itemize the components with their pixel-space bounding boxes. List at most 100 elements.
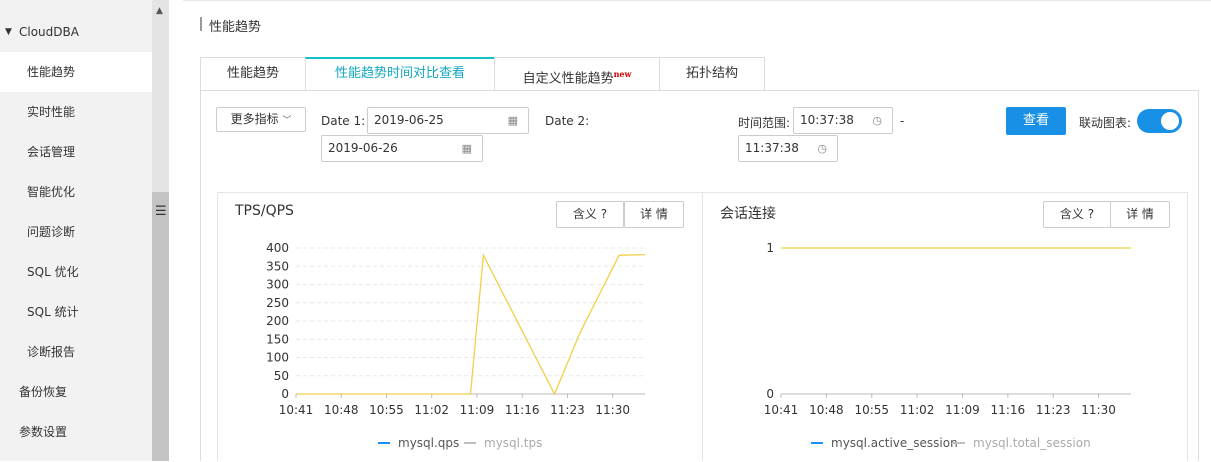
legend-label: mysql.active_session	[831, 436, 958, 450]
clock-icon: ◷	[817, 142, 827, 155]
sidebar-item-sql-optimize[interactable]: SQL 优化	[0, 252, 152, 292]
time-start-value: 10:37:38	[800, 113, 854, 127]
sidebar-item-label: 会话管理	[27, 145, 76, 159]
tab-label: 性能趋势	[226, 66, 279, 81]
legend-label: mysql.total_session	[973, 436, 1091, 450]
tab-label: 拓扑结构	[685, 66, 738, 81]
sidebar-item-diagnosis[interactable]: 问题诊断	[0, 212, 152, 252]
x-tick-label: 11:02	[414, 403, 449, 417]
divider	[183, 0, 1211, 1]
sidebar-group-clouddba[interactable]: ▼ CloudDBA	[0, 12, 152, 52]
y-tick-label: 100	[266, 351, 289, 365]
legend-label: mysql.qps	[398, 436, 459, 450]
time-range-label: 时间范围:	[738, 116, 791, 130]
y-tick-label: 150	[266, 332, 289, 346]
page-title: 性能趋势	[209, 20, 262, 35]
sidebar-item-sql-stats[interactable]: SQL 统计	[0, 292, 152, 332]
legend-label: mysql.tps	[484, 436, 542, 450]
clock-icon: ◷	[872, 114, 882, 127]
x-tick-label: 11:16	[991, 403, 1026, 417]
calendar-icon: ▦	[461, 142, 472, 155]
sidebar-item-label: 问题诊断	[27, 225, 76, 239]
date1-value: 2019-06-25	[374, 113, 444, 127]
sidebar-item-sessions[interactable]: 会话管理	[0, 132, 152, 172]
sidebar-item-label: 实时性能	[27, 105, 76, 119]
sidebar-item-label: 性能趋势	[27, 65, 76, 79]
main-content: 性能趋势 性能趋势 性能趋势时间对比查看 自定义性能趋势new 拓扑结构 更多指…	[169, 0, 1211, 461]
chart-card-tps-qps: TPS/QPS 含义 ? 详 情 0 50 100 150 200 250 300 350 40…	[217, 192, 703, 461]
y-tick-label: 300	[266, 278, 289, 292]
time-separator: -	[900, 114, 905, 128]
sidebar-group-label: CloudDBA	[19, 25, 79, 39]
tab-label: 自定义性能趋势	[522, 71, 614, 87]
sidebar-item-performance-trend[interactable]: 性能趋势	[0, 52, 152, 92]
linked-chart-toggle[interactable]	[1137, 109, 1182, 133]
toggle-knob	[1161, 112, 1179, 130]
series-line-mysql-tps	[296, 253, 646, 396]
x-tick-label: 10:41	[764, 403, 799, 417]
sessions-chart: 0 1 10:41 10:48 10:55 11:02 11:09 11:16 11:23 11:…	[764, 241, 1131, 450]
x-tick-label: 11:23	[550, 403, 585, 417]
time-end-value: 11:37:38	[745, 141, 799, 155]
x-tick-label: 11:23	[1036, 403, 1071, 417]
date2-value: 2019-06-26	[328, 141, 398, 155]
x-tick-label: 10:48	[324, 403, 359, 417]
tab-custom-trend[interactable]: 自定义性能趋势new	[494, 57, 660, 91]
y-tick-label: 50	[274, 369, 289, 383]
x-tick-label: 10:55	[369, 403, 404, 417]
x-tick-label: 11:02	[900, 403, 935, 417]
date2-input[interactable]: 2019-06-26 ▦	[321, 135, 483, 162]
sidebar-item-label: SQL 优化	[27, 265, 79, 279]
sidebar-item-label: 智能优化	[27, 185, 76, 199]
y-tick-label: 200	[266, 314, 289, 328]
y-tick-label: 1	[766, 241, 774, 255]
collapse-sidebar-icon[interactable]: ☰	[155, 204, 167, 219]
tab-label: 性能趋势时间对比查看	[334, 66, 465, 81]
scrollbar-thumb[interactable]	[152, 192, 169, 461]
chevron-down-icon: ﹀	[282, 116, 292, 126]
y-tick-label: 400	[266, 241, 289, 255]
date2-label: Date 2:	[545, 114, 590, 128]
tab-topology[interactable]: 拓扑结构	[659, 57, 765, 91]
tps-qps-chart: 0 50 100 150 200 250 300 350 400 10:41 10:48 10:55 1…	[266, 241, 646, 450]
x-tick-label: 11:16	[505, 403, 540, 417]
sidebar-item-label: 诊断报告	[27, 345, 76, 359]
y-tick-label: 0	[766, 387, 774, 401]
x-tick-label: 11:09	[460, 403, 495, 417]
x-tick-label: 10:48	[809, 403, 844, 417]
y-tick-label: 0	[281, 387, 289, 401]
y-tick-label: 250	[266, 296, 289, 310]
x-tick-label: 10:55	[854, 403, 889, 417]
chart-card-sessions: 会话连接 含义 ? 详 情 0 1 10:41 10:48 10:55 11:02 11:0…	[702, 192, 1188, 461]
y-tick-label: 350	[266, 259, 289, 273]
sidebar-item-label: 参数设置	[19, 425, 68, 439]
scroll-up-icon[interactable]: ▲	[156, 6, 163, 16]
sidebar-scrollbar[interactable]: ▲ ☰	[152, 0, 169, 461]
linked-chart-label: 联动图表:	[1079, 116, 1132, 130]
tab-time-compare[interactable]: 性能趋势时间对比查看	[305, 57, 495, 91]
x-tick-label: 11:09	[945, 403, 980, 417]
sidebar-item-backup[interactable]: 备份恢复	[0, 372, 152, 412]
time-start-input[interactable]: 10:37:38 ◷	[793, 107, 893, 134]
x-tick-label: 10:41	[279, 403, 314, 417]
button-label: 更多指标	[230, 112, 279, 126]
view-button[interactable]: 查看	[1006, 107, 1066, 135]
title-accent	[200, 17, 202, 31]
date1-input[interactable]: 2019-06-25 ▦	[367, 107, 529, 134]
sidebar-item-realtime[interactable]: 实时性能	[0, 92, 152, 132]
calendar-icon: ▦	[507, 114, 518, 127]
sidebar-item-label: 备份恢复	[19, 385, 68, 399]
x-tick-label: 11:30	[595, 403, 630, 417]
sidebar-item-report[interactable]: 诊断报告	[0, 332, 152, 372]
sidebar: ▼ CloudDBA 性能趋势 实时性能 会话管理 智能优化 问题诊断 SQL …	[0, 0, 152, 461]
date1-label: Date 1:	[321, 114, 366, 128]
sidebar-item-params[interactable]: 参数设置	[0, 412, 152, 452]
new-badge: new	[613, 69, 632, 79]
sidebar-item-smart-optimize[interactable]: 智能优化	[0, 172, 152, 212]
caret-down-icon: ▼	[5, 27, 12, 37]
tab-performance-trend[interactable]: 性能趋势	[200, 57, 306, 91]
more-metrics-button[interactable]: 更多指标 ﹀	[216, 107, 306, 132]
sidebar-item-label: SQL 统计	[27, 305, 79, 319]
time-end-input[interactable]: 11:37:38 ◷	[738, 135, 838, 162]
x-tick-label: 11:30	[1081, 403, 1116, 417]
